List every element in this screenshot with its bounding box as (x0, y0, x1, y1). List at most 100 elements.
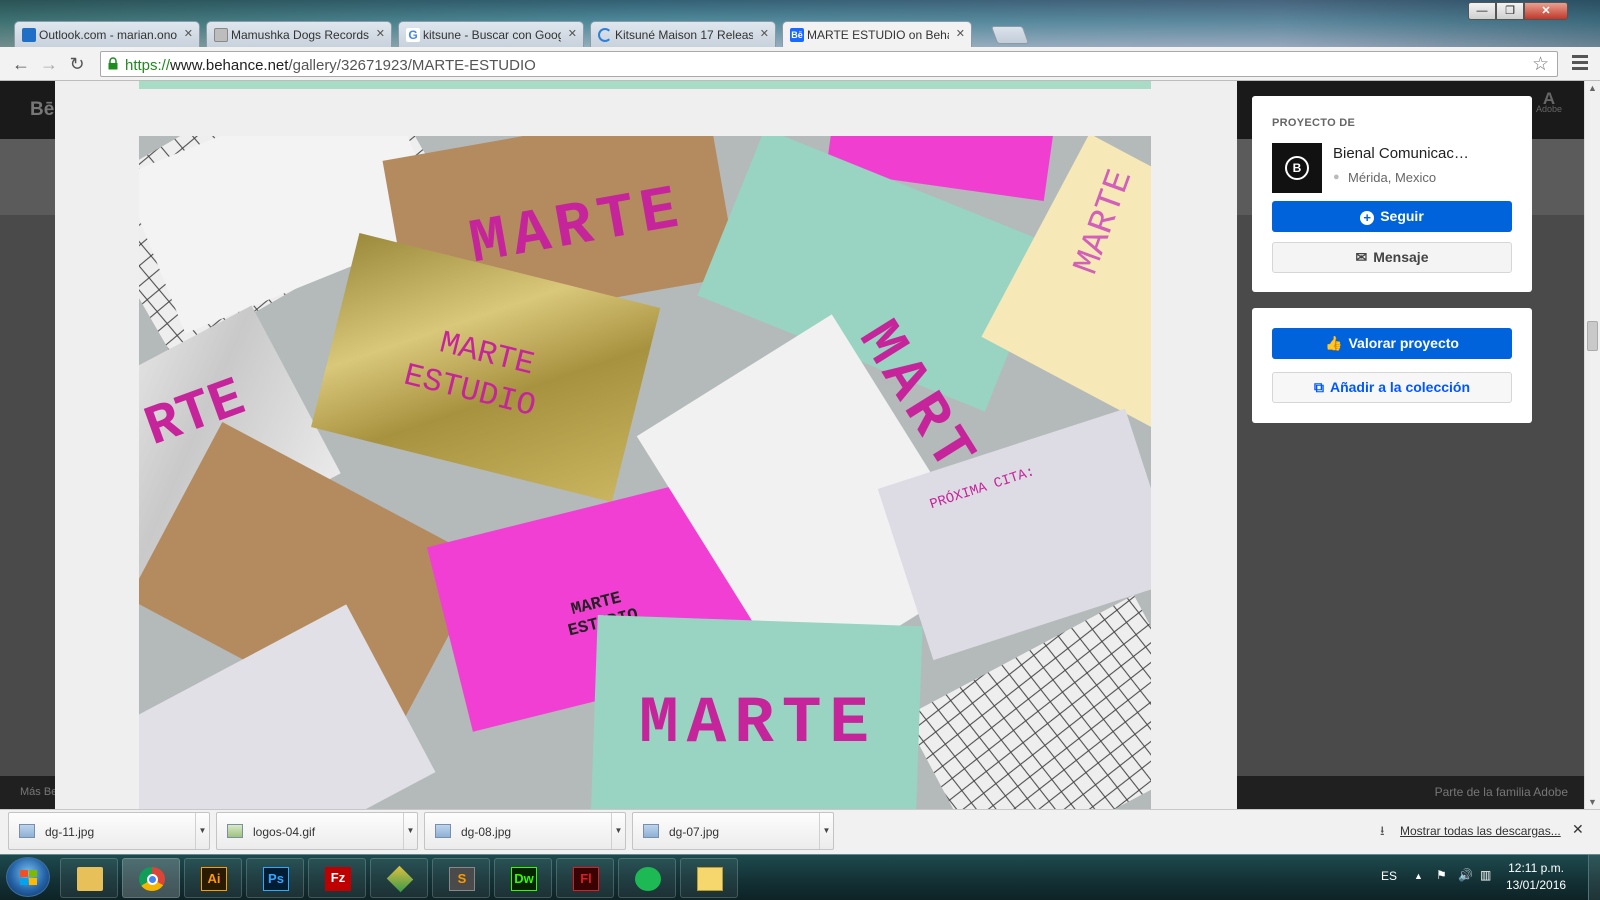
taskbar-spotify[interactable] (618, 858, 676, 898)
close-tab-icon[interactable]: ✕ (956, 27, 965, 40)
taskbar-filezilla[interactable]: Fz (308, 858, 366, 898)
taskbar-file-explorer[interactable] (60, 858, 118, 898)
project-owner-card: PROYECTO DE B Bienal Comunicac… ● Mérida… (1252, 96, 1532, 292)
close-window-button[interactable]: ✕ (1524, 2, 1568, 20)
page-icon (214, 28, 228, 42)
window-titlebar: — ❐ ✕ Outlook.com - marian.ono ✕ Mamushk… (0, 0, 1600, 48)
footer-more-behance[interactable]: Más Be (20, 786, 57, 798)
tab-google-search[interactable]: G kitsune - Buscar con Goog ✕ (398, 21, 584, 47)
taskbar-flash[interactable]: Fl (556, 858, 614, 898)
new-tab-button[interactable] (990, 26, 1030, 44)
owner-name-link[interactable]: Bienal Comunicac… (1333, 145, 1518, 162)
tab-kitsune[interactable]: Kitsuné Maison 17 Release ✕ (590, 21, 776, 47)
url-scheme: https:// (125, 57, 171, 74)
appreciate-label: Valorar proyecto (1348, 335, 1459, 351)
reload-icon[interactable]: ↻ (66, 53, 88, 75)
download-item[interactable]: dg-08.jpg ▼ (424, 812, 626, 850)
chevron-down-icon[interactable]: ▼ (403, 813, 417, 849)
network-icon[interactable]: ▥ (1480, 868, 1491, 882)
download-shelf: dg-11.jpg ▼ logos-04.gif ▼ dg-08.jpg ▼ d… (0, 809, 1600, 854)
download-filename: dg-11.jpg (45, 825, 95, 839)
windows-taskbar: Ai Ps Fz S Dw Fl ES ▲ ⚑ 🔊 ▥ 12:11 p.m. 1… (0, 854, 1600, 900)
mail-icon (697, 867, 723, 891)
address-bar[interactable]: https://www.behance.net/gallery/32671923… (100, 51, 1558, 77)
close-tab-icon[interactable]: ✕ (376, 27, 385, 40)
download-item[interactable]: logos-04.gif ▼ (216, 812, 418, 850)
footer-adobe-family[interactable]: Parte de la familia Adobe (1435, 785, 1568, 799)
language-indicator[interactable]: ES (1381, 869, 1397, 883)
volume-icon[interactable]: 🔊 (1458, 868, 1473, 882)
download-item[interactable]: dg-11.jpg ▼ (8, 812, 210, 850)
spotify-icon (635, 867, 661, 891)
taskbar-chrome[interactable] (122, 858, 180, 898)
add-to-collection-button[interactable]: ⧉ Añadir a la colección (1272, 372, 1512, 403)
flash-icon: Fl (573, 867, 599, 891)
url-path: /gallery/32671923/MARTE-ESTUDIO (288, 57, 536, 74)
project-by-label: PROYECTO DE (1272, 117, 1356, 129)
outlook-icon (22, 28, 36, 42)
scroll-thumb[interactable] (1587, 321, 1598, 351)
taskbar-illustrator[interactable]: Ai (184, 858, 242, 898)
scroll-down-arrow-icon[interactable]: ▼ (1588, 797, 1597, 807)
minimize-button[interactable]: — (1468, 2, 1496, 20)
image-file-icon (19, 824, 35, 838)
lock-icon (108, 57, 118, 70)
show-all-downloads-link[interactable]: Mostrar todas las descargas... (1400, 824, 1561, 838)
tab-strip: Outlook.com - marian.ono ✕ Mamushka Dogs… (14, 21, 1030, 48)
message-button[interactable]: ✉ Mensaje (1272, 242, 1512, 273)
download-filename: dg-08.jpg (461, 825, 512, 839)
taskbar-photoshop[interactable]: Ps (246, 858, 304, 898)
tab-title: Kitsuné Maison 17 Release (615, 28, 753, 42)
flag-icon[interactable]: ⚑ (1436, 868, 1447, 882)
back-arrow-icon[interactable]: ← (10, 53, 32, 75)
illustrator-icon: Ai (201, 867, 227, 891)
close-download-shelf-icon[interactable]: ✕ (1572, 821, 1584, 838)
show-desktop-button[interactable] (1588, 855, 1600, 900)
project-actions-card: 👍 Valorar proyecto ⧉ Añadir a la colección (1252, 308, 1532, 423)
owner-avatar-text: B (1285, 156, 1309, 180)
appreciate-project-button[interactable]: 👍 Valorar proyecto (1272, 328, 1512, 359)
tab-behance-active[interactable]: Bē MARTE ESTUDIO on Behan ✕ (782, 21, 972, 48)
start-button[interactable] (6, 857, 50, 897)
vertical-scrollbar[interactable]: ▲ ▼ (1584, 81, 1600, 809)
menu-icon[interactable] (1572, 55, 1588, 71)
image-file-icon (643, 824, 659, 838)
location-pin-icon: ● (1333, 171, 1340, 183)
owner-avatar[interactable]: B (1272, 143, 1322, 193)
chevron-down-icon[interactable]: ▼ (611, 813, 625, 849)
taskbar-sketchup[interactable] (370, 858, 428, 898)
follow-label: Seguir (1380, 208, 1424, 224)
download-filename: dg-07.jpg (669, 825, 720, 839)
maximize-button[interactable]: ❐ (1496, 2, 1524, 20)
taskbar-dreamweaver[interactable]: Dw (494, 858, 552, 898)
tab-title: MARTE ESTUDIO on Behan (807, 28, 949, 42)
behance-logo[interactable]: Bē (30, 99, 54, 121)
photoshop-icon: Ps (263, 867, 289, 891)
browser-toolbar: ← → ↻ https://www.behance.net/gallery/32… (0, 47, 1600, 81)
dreamweaver-icon: Dw (511, 867, 537, 891)
chevron-down-icon[interactable]: ▼ (819, 813, 833, 849)
image-file-icon (435, 824, 451, 838)
adobe-logo-text: Adobe (1535, 104, 1562, 114)
taskbar-sublime[interactable]: S (432, 858, 490, 898)
collection-icon: ⧉ (1313, 379, 1324, 395)
windows-logo-icon (20, 870, 37, 885)
plus-circle-icon: + (1360, 211, 1375, 225)
clock[interactable]: 12:11 p.m. 13/01/2016 (1506, 860, 1566, 894)
tray-expand-icon[interactable]: ▲ (1414, 871, 1423, 881)
taskbar-mail[interactable] (680, 858, 738, 898)
tab-title: kitsune - Buscar con Goog (423, 28, 561, 42)
tab-outlook[interactable]: Outlook.com - marian.ono ✕ (14, 21, 200, 47)
bookmark-star-icon[interactable]: ☆ (1532, 53, 1549, 76)
close-tab-icon[interactable]: ✕ (568, 27, 577, 40)
close-tab-icon[interactable]: ✕ (184, 27, 193, 40)
follow-button[interactable]: + Seguir (1272, 201, 1512, 232)
clock-time: 12:11 p.m. (1508, 861, 1564, 875)
tab-mamushka[interactable]: Mamushka Dogs Records ✕ (206, 21, 392, 47)
chevron-down-icon[interactable]: ▼ (195, 813, 209, 849)
scroll-up-arrow-icon[interactable]: ▲ (1588, 83, 1597, 93)
forward-arrow-icon[interactable]: → (38, 53, 60, 75)
download-item[interactable]: dg-07.jpg ▼ (632, 812, 834, 850)
close-tab-icon[interactable]: ✕ (760, 27, 769, 40)
tab-title: Mamushka Dogs Records (231, 28, 369, 42)
